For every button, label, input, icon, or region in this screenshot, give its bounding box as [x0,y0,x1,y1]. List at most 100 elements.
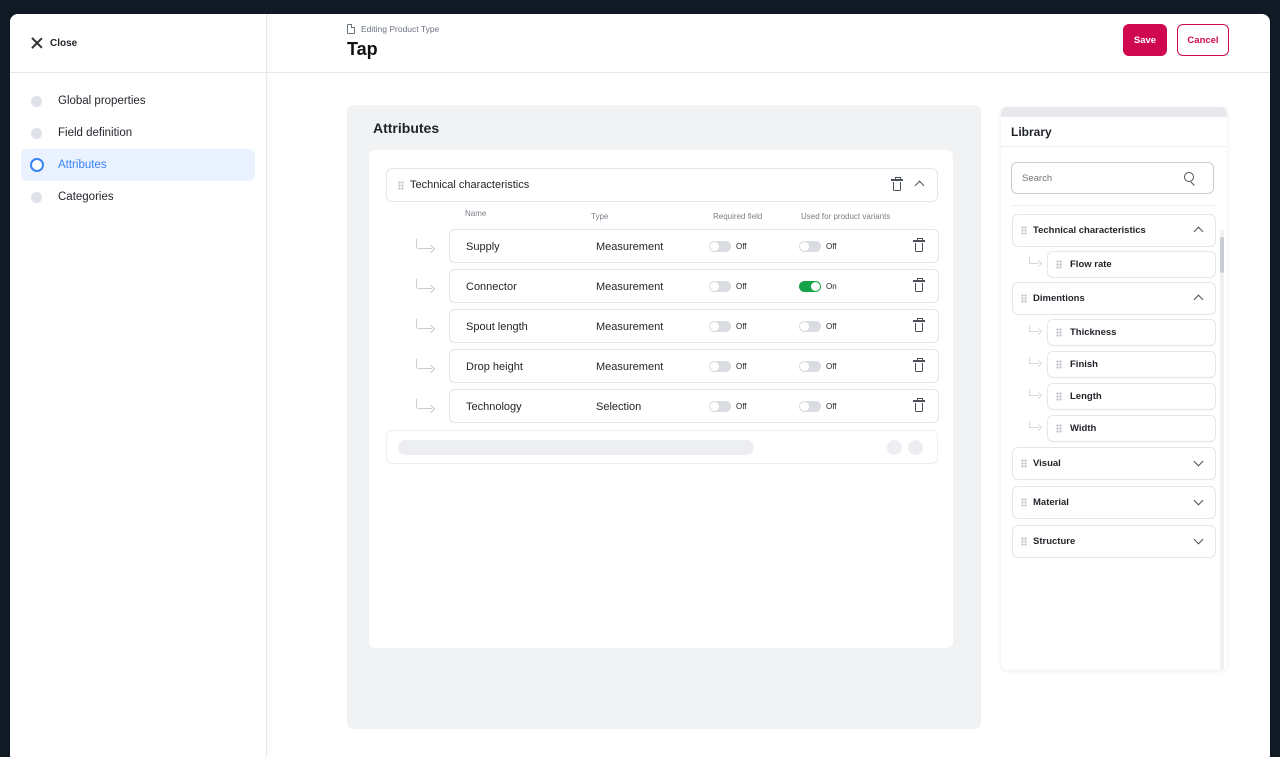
library-item-label: Width [1070,423,1097,434]
library-item[interactable]: Thickness [1047,319,1216,346]
chevron-up-icon[interactable] [1193,226,1204,237]
drag-handle-icon[interactable] [1021,294,1027,303]
column-header-variants: Used for product variants [801,212,891,221]
close-button[interactable]: Close [10,14,266,73]
drag-handle-icon[interactable] [1056,424,1062,433]
chevron-up-icon[interactable] [914,180,925,191]
attribute-name: Drop height [466,361,523,373]
variants-toggle[interactable] [799,281,821,292]
sub-item-arrow-icon [1029,257,1039,264]
attribute-row-card[interactable]: Technology Selection Off Off [449,389,939,423]
required-toggle-label: Off [736,362,747,371]
scrollbar-thumb[interactable] [1220,237,1224,273]
attribute-row-card[interactable]: Spout length Measurement Off Off [449,309,939,343]
column-header-type: Type [591,212,609,221]
sidebar-item-field-definition[interactable]: Field definition [21,117,255,149]
cancel-button[interactable]: Cancel [1177,24,1229,56]
drag-handle-icon[interactable] [1056,260,1062,269]
placeholder-circle [887,440,902,455]
required-toggle[interactable] [709,361,731,372]
attribute-row: Technology Selection Off Off [416,389,939,423]
library-item[interactable]: Flow rate [1047,251,1216,278]
variants-toggle[interactable] [799,321,821,332]
scrollbar-track[interactable] [1220,230,1224,670]
attribute-row-card[interactable]: Supply Measurement Off Off [449,229,939,263]
chevron-down-icon[interactable] [1193,495,1204,506]
trash-icon[interactable] [891,177,903,191]
save-button[interactable]: Save [1123,24,1167,56]
search-icon[interactable] [1184,172,1194,182]
required-toggle[interactable] [709,281,731,292]
library-title: Library [1011,125,1052,139]
required-toggle[interactable] [709,401,731,412]
sidebar-item-label: Global properties [58,95,146,107]
library-item[interactable]: Length [1047,383,1216,410]
sidebar-item-categories[interactable]: Categories [21,181,255,213]
drag-handle-icon[interactable] [1056,328,1062,337]
attribute-name: Connector [466,281,517,293]
attributes-title: Attributes [373,120,440,136]
drag-handle-icon[interactable] [1021,537,1027,546]
drag-handle-icon[interactable] [1021,459,1027,468]
library-group-structure[interactable]: Structure [1012,525,1216,558]
sub-item-arrow-icon [416,279,432,289]
attribute-group-row[interactable]: Technical characteristics [386,168,938,202]
sub-item-arrow-icon [416,239,432,249]
attributes-panel: Attributes Technical characteristics Nam… [347,105,981,729]
step-dot-icon [31,127,42,139]
attribute-row: Drop height Measurement Off Off [416,349,939,383]
variants-toggle-label: Off [826,242,837,251]
sidebar-item-label: Categories [58,191,114,203]
attribute-type: Measurement [596,281,664,293]
trash-icon[interactable] [913,278,925,292]
library-group-material[interactable]: Material [1012,486,1216,519]
sub-item-arrow-icon [416,399,432,409]
library-group-technical-characteristics[interactable]: Technical characteristics [1012,214,1216,247]
variants-toggle[interactable] [799,361,821,372]
trash-icon[interactable] [913,398,925,412]
sidebar: Close Global properties Field definition… [10,14,267,757]
drag-handle-icon[interactable] [1021,498,1027,507]
variants-toggle-label: Off [826,322,837,331]
chevron-down-icon[interactable] [1193,456,1204,467]
drag-handle-icon[interactable] [1056,392,1062,401]
sub-item-arrow-icon [1029,357,1039,364]
sub-item-arrow-icon [1029,421,1039,428]
drag-handle-icon[interactable] [398,180,404,190]
drag-handle-icon[interactable] [1056,360,1062,369]
product-type-editor: Close Global properties Field definition… [10,14,1270,757]
attribute-row-card[interactable]: Drop height Measurement Off Off [449,349,939,383]
variants-toggle-label: Off [826,362,837,371]
library-group-label: Visual [1033,458,1061,469]
trash-icon[interactable] [913,238,925,252]
drag-handle-icon[interactable] [1021,226,1027,235]
attribute-row-card[interactable]: Connector Measurement Off On [449,269,939,303]
variants-toggle-label: On [826,282,837,291]
library-item[interactable]: Finish [1047,351,1216,378]
sidebar-item-label: Field definition [58,127,133,139]
chevron-up-icon[interactable] [1193,294,1204,305]
close-label: Close [50,37,78,49]
variants-toggle[interactable] [799,401,821,412]
library-topbar [1001,107,1227,117]
step-dot-icon [31,191,42,203]
attribute-type: Measurement [596,361,664,373]
required-toggle[interactable] [709,241,731,252]
chevron-down-icon[interactable] [1193,534,1204,545]
sidebar-item-global-properties[interactable]: Global properties [21,85,255,117]
breadcrumb-label: Editing Product Type [361,24,440,34]
sidebar-nav: Global properties Field definition Attri… [10,73,266,225]
variants-toggle[interactable] [799,241,821,252]
library-group-label: Structure [1033,536,1076,547]
library-item-label: Flow rate [1070,259,1112,270]
trash-icon[interactable] [913,318,925,332]
divider [1011,205,1215,206]
sub-item-arrow-icon [1029,325,1039,332]
attribute-row: Spout length Measurement Off Off [416,309,939,343]
library-group-dimentions[interactable]: Dimentions [1012,282,1216,315]
sidebar-item-attributes[interactable]: Attributes [21,149,255,181]
library-group-visual[interactable]: Visual [1012,447,1216,480]
trash-icon[interactable] [913,358,925,372]
required-toggle[interactable] [709,321,731,332]
library-item[interactable]: Width [1047,415,1216,442]
